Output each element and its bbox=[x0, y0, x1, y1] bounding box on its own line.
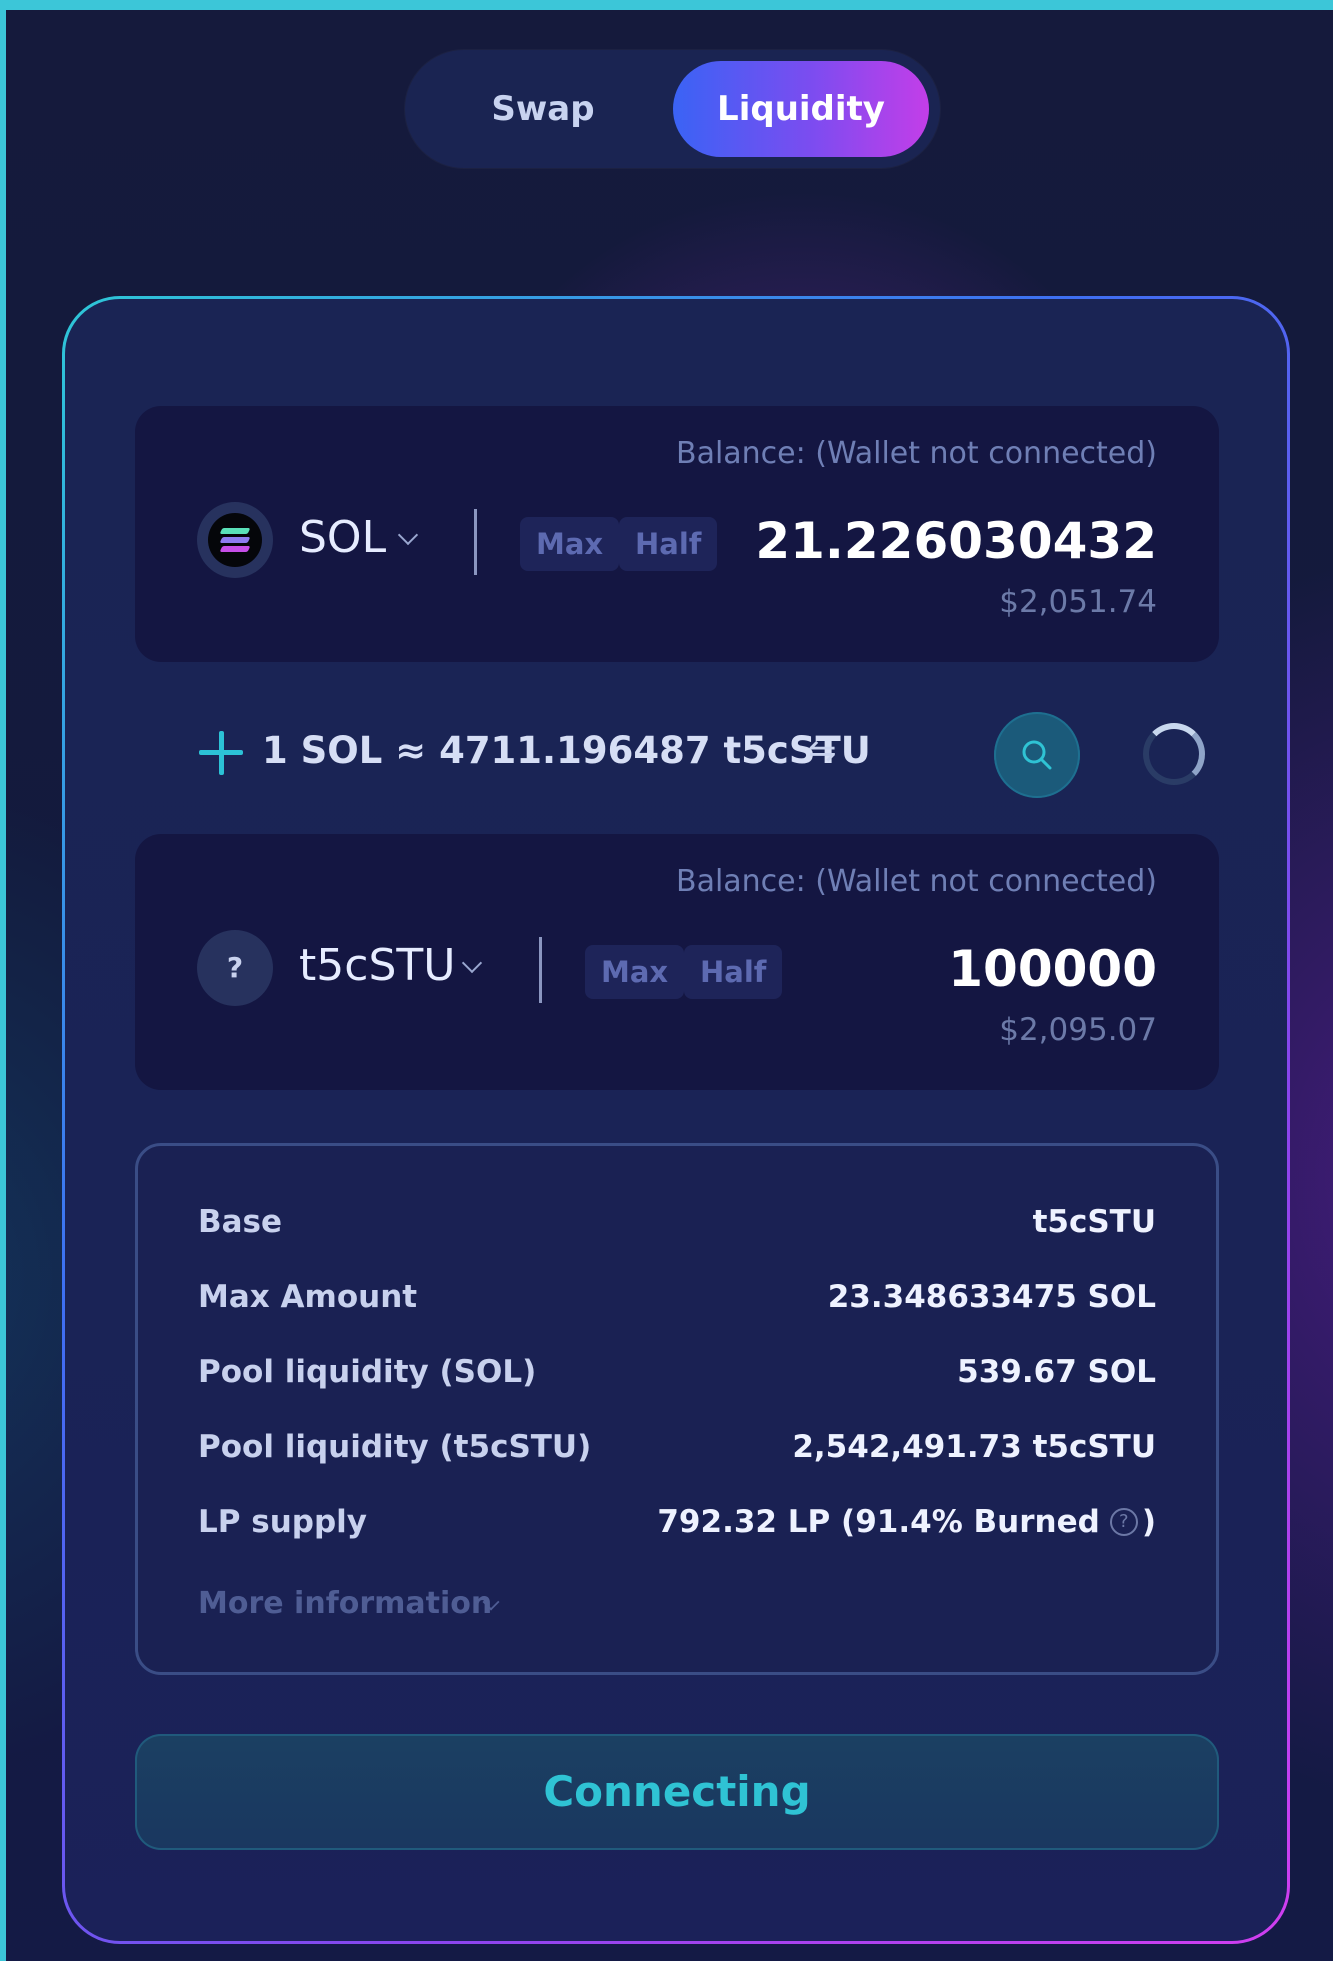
plus-icon bbox=[197, 729, 245, 777]
info-row-pool-liquidity-sol: Pool liquidity (SOL) 539.67 SOL bbox=[198, 1354, 1156, 1394]
token-a-amount-input[interactable]: 21.226030432 bbox=[755, 512, 1157, 570]
lp-supply-value: 792.32 LP (91.4% Burned?) bbox=[657, 1504, 1156, 1540]
token-a-symbol[interactable]: SOL bbox=[299, 512, 386, 563]
info-row-base: Base t5cSTU bbox=[198, 1204, 1156, 1244]
token-b-symbol[interactable]: t5cSTU bbox=[299, 940, 455, 991]
info-row-max-amount: Max Amount 23.348633475 SOL bbox=[198, 1279, 1156, 1319]
unknown-token-icon[interactable]: ? bbox=[197, 930, 273, 1006]
more-information-toggle[interactable]: More information bbox=[198, 1586, 492, 1621]
divider bbox=[539, 937, 542, 1003]
lp-supply-suffix: ) bbox=[1141, 1504, 1156, 1540]
info-row-pool-liquidity-token: Pool liquidity (t5cSTU) 2,542,491.73 t5c… bbox=[198, 1429, 1156, 1469]
token-b-balance: Balance: (Wallet not connected) bbox=[675, 864, 1157, 899]
liquidity-card-body: Balance: (Wallet not connected) SOL Max … bbox=[65, 299, 1287, 1941]
info-value: 23.348633475 SOL bbox=[827, 1279, 1156, 1315]
token-a-half-button[interactable]: Half bbox=[619, 517, 718, 571]
token-b-amount-input[interactable]: 100000 bbox=[948, 940, 1157, 998]
token-a-max-button[interactable]: Max bbox=[520, 517, 620, 571]
token-b-half-button[interactable]: Half bbox=[684, 945, 783, 999]
lp-supply-text: 792.32 LP (91.4% Burned bbox=[657, 1504, 1100, 1540]
solana-logo bbox=[208, 513, 262, 567]
divider bbox=[474, 509, 477, 575]
liquidity-card: Balance: (Wallet not connected) SOL Max … bbox=[62, 296, 1290, 1944]
connecting-button[interactable]: Connecting bbox=[135, 1734, 1219, 1850]
info-label: Max Amount bbox=[198, 1279, 418, 1315]
chevron-down-icon[interactable] bbox=[397, 524, 419, 546]
token-b-max-button[interactable]: Max bbox=[585, 945, 685, 999]
info-value: t5cSTU bbox=[1032, 1204, 1156, 1240]
info-label: LP supply bbox=[198, 1504, 368, 1540]
app-background: Swap Liquidity Balance: (Wallet not conn… bbox=[6, 10, 1333, 1961]
question-mark-icon: ? bbox=[226, 951, 244, 984]
help-icon[interactable]: ? bbox=[1109, 1507, 1138, 1536]
tab-liquidity[interactable]: Liquidity bbox=[673, 61, 929, 157]
swap-rate-direction-icon[interactable]: ⇋ bbox=[808, 731, 837, 771]
token-b-panel: Balance: (Wallet not connected) ? t5cSTU… bbox=[135, 834, 1219, 1090]
search-icon bbox=[1022, 740, 1052, 770]
token-a-usd-value: $2,051.74 bbox=[999, 584, 1157, 620]
loading-spinner-icon bbox=[1143, 723, 1205, 785]
info-label: Pool liquidity (t5cSTU) bbox=[198, 1429, 592, 1465]
info-value: 2,542,491.73 t5cSTU bbox=[792, 1429, 1156, 1465]
solana-icon[interactable] bbox=[197, 502, 273, 578]
pool-info-box: Base t5cSTU Max Amount 23.348633475 SOL … bbox=[135, 1143, 1219, 1675]
tab-swap[interactable]: Swap bbox=[423, 61, 663, 157]
exchange-rate: 1 SOL ≈ 4711.196487 t5cSTU bbox=[262, 729, 871, 772]
info-row-lp-supply: LP supply 792.32 LP (91.4% Burned?) bbox=[198, 1504, 1156, 1544]
info-label: Base bbox=[198, 1204, 283, 1240]
token-a-panel: Balance: (Wallet not connected) SOL Max … bbox=[135, 406, 1219, 662]
search-pool-button[interactable] bbox=[994, 712, 1080, 798]
token-b-usd-value: $2,095.07 bbox=[999, 1012, 1157, 1048]
chevron-down-icon[interactable] bbox=[461, 952, 483, 974]
mode-tabs: Swap Liquidity bbox=[405, 50, 940, 168]
token-a-balance: Balance: (Wallet not connected) bbox=[675, 436, 1157, 471]
info-value: 539.67 SOL bbox=[957, 1354, 1156, 1390]
info-label: Pool liquidity (SOL) bbox=[198, 1354, 537, 1390]
